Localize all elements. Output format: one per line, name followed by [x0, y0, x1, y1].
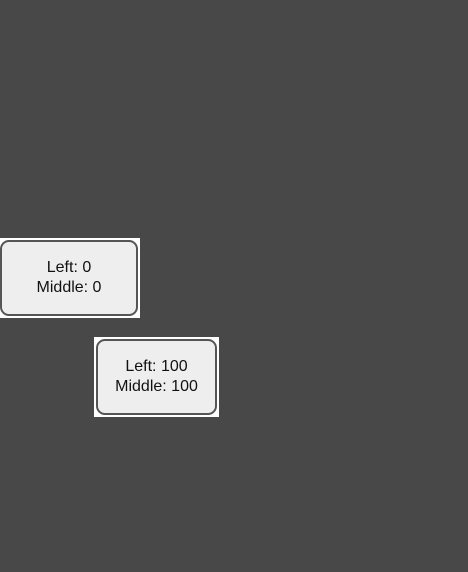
canvas: Left: 0 Middle: 0 Left: 100 Middle: 100	[0, 0, 468, 572]
box-2-left-label: Left: 100	[125, 358, 188, 375]
box-1-left-label: Left: 0	[46, 259, 92, 276]
draggable-box-1[interactable]: Left: 0 Middle: 0	[0, 238, 140, 318]
box-2-body[interactable]: Left: 100 Middle: 100	[96, 339, 217, 415]
box-1-middle-label: Middle: 0	[36, 279, 102, 296]
box-1-body[interactable]: Left: 0 Middle: 0	[0, 240, 138, 316]
box-2-middle-label: Middle: 100	[115, 378, 198, 395]
draggable-box-2[interactable]: Left: 100 Middle: 100	[94, 337, 219, 417]
